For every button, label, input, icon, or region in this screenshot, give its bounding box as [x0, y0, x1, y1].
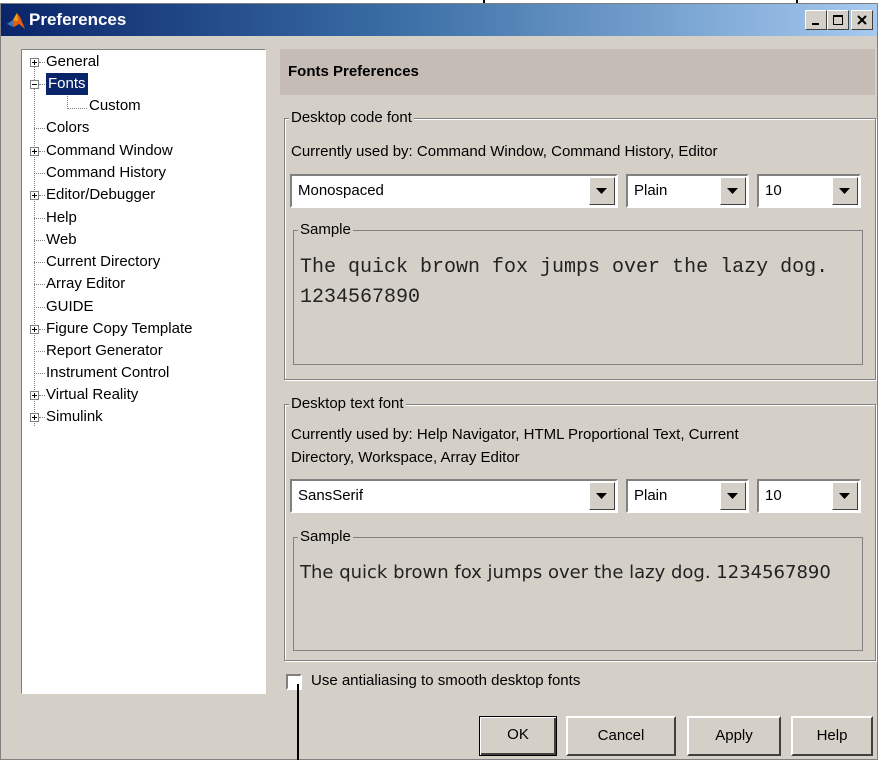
code-font-group: Desktop code font Currently used by: Com…	[284, 109, 876, 380]
text-sample-legend: Sample	[298, 528, 353, 545]
tree-label: General	[46, 53, 100, 70]
code-font-used-by: Currently used by: Command Window, Comma…	[291, 143, 718, 160]
code-font-name-select[interactable]: Monospaced	[290, 174, 618, 208]
code-font-style-value: Plain	[634, 182, 668, 199]
preferences-tree[interactable]: General Fonts Custom Colors Command Wind…	[21, 49, 266, 694]
close-button[interactable]	[851, 10, 873, 30]
text-font-sample-text: The quick brown fox jumps over the lazy …	[300, 562, 831, 583]
code-font-style-select[interactable]: Plain	[626, 174, 749, 208]
code-sample-legend: Sample	[298, 221, 353, 238]
tree-label: Simulink	[46, 408, 103, 425]
expand-icon[interactable]	[30, 147, 39, 156]
expand-icon[interactable]	[30, 391, 39, 400]
tree-label: Help	[46, 209, 77, 226]
tree-label: Command Window	[46, 142, 173, 159]
matlab-logo-icon	[6, 11, 26, 31]
code-font-size-value: 10	[765, 182, 782, 199]
ok-button[interactable]: OK	[479, 716, 557, 756]
tree-label-selected: Fonts	[45, 72, 89, 96]
text-font-legend: Desktop text font	[289, 395, 406, 412]
code-font-sample-text: The quick brown fox jumps over the lazy …	[300, 256, 829, 309]
chevron-down-icon[interactable]	[832, 482, 858, 510]
maximize-button[interactable]	[827, 10, 849, 30]
text-font-group: Desktop text font Currently used by: Hel…	[284, 395, 876, 661]
tree-label: Virtual Reality	[46, 386, 139, 403]
text-font-used-by-line1: Currently used by: Help Navigator, HTML …	[291, 426, 739, 443]
text-font-style-value: Plain	[634, 487, 668, 504]
tree-root-line	[34, 62, 35, 426]
tree-label: Custom	[89, 97, 141, 114]
window-title: Preferences	[29, 10, 127, 29]
expand-icon[interactable]	[30, 413, 39, 422]
text-font-used-by-line2: Directory, Workspace, Array Editor	[291, 449, 520, 466]
code-font-name-value: Monospaced	[298, 182, 384, 199]
antialias-label[interactable]: Use antialiasing to smooth desktop fonts	[311, 672, 580, 689]
tree-label: Report Generator	[46, 342, 163, 359]
minimize-icon	[812, 23, 819, 25]
tree-label: Instrument Control	[46, 364, 170, 381]
expand-icon[interactable]	[30, 325, 39, 334]
close-icon	[857, 15, 867, 25]
text-font-name-value: SansSerif	[298, 487, 364, 504]
tree-label: Array Editor	[46, 275, 126, 292]
chevron-down-icon[interactable]	[589, 177, 615, 205]
code-font-legend: Desktop code font	[289, 109, 414, 126]
maximize-icon	[833, 15, 843, 25]
text-font-sample-group: Sample The quick brown fox jumps over th…	[293, 528, 863, 651]
expand-icon[interactable]	[30, 191, 39, 200]
chevron-down-icon[interactable]	[720, 177, 746, 205]
cancel-button[interactable]: Cancel	[566, 716, 676, 756]
callout-line-antialias	[297, 684, 299, 760]
chevron-down-icon[interactable]	[720, 482, 746, 510]
title-bar[interactable]: Preferences	[1, 4, 877, 36]
tree-label: Web	[46, 231, 77, 248]
code-font-size-select[interactable]: 10	[757, 174, 861, 208]
panel-header: Fonts Preferences	[280, 49, 875, 95]
tree-label: Figure Copy Template	[46, 320, 193, 337]
help-button[interactable]: Help	[791, 716, 873, 756]
minimize-button[interactable]	[805, 10, 827, 30]
apply-button[interactable]: Apply	[687, 716, 781, 756]
text-font-style-select[interactable]: Plain	[626, 479, 749, 513]
page-title: Fonts Preferences	[288, 63, 419, 80]
collapse-icon[interactable]	[30, 80, 39, 89]
tree-label: GUIDE	[46, 298, 94, 315]
chevron-down-icon[interactable]	[832, 177, 858, 205]
chevron-down-icon[interactable]	[589, 482, 615, 510]
code-font-sample-group: Sample The quick brown fox jumps over th…	[293, 221, 863, 365]
text-font-size-select[interactable]: 10	[757, 479, 861, 513]
expand-icon[interactable]	[30, 58, 39, 67]
preferences-window: Preferences General Fonts Custom Colors …	[0, 3, 878, 760]
antialias-checkbox[interactable]	[286, 674, 302, 690]
tree-label: Command History	[46, 164, 167, 181]
text-font-size-value: 10	[765, 487, 782, 504]
tree-label: Editor/Debugger	[46, 186, 156, 203]
text-font-name-select[interactable]: SansSerif	[290, 479, 618, 513]
tree-label: Current Directory	[46, 253, 161, 270]
tree-label: Colors	[46, 119, 90, 136]
